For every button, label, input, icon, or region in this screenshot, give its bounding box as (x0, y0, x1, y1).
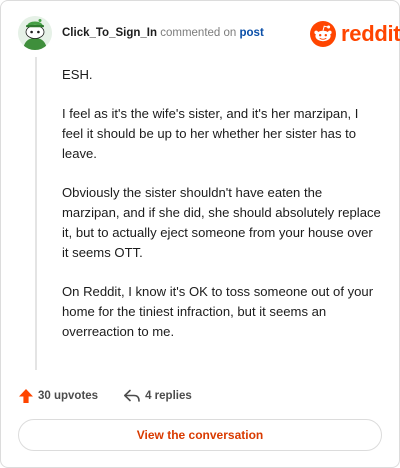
comment-footer: 30 upvotes 4 replies (18, 386, 192, 406)
commented-on-text: commented on (160, 27, 237, 39)
upvotes-group[interactable]: 30 upvotes (18, 388, 98, 404)
reddit-snoo-logo-icon (310, 21, 336, 47)
thread-line (35, 57, 37, 370)
reply-arrow-icon (124, 389, 140, 402)
reply-count: 4 replies (145, 390, 192, 402)
replies-group[interactable]: 4 replies (123, 388, 192, 404)
post-link[interactable]: post (240, 27, 264, 39)
comment-paragraph: I feel as it's the wife's sister, and it… (62, 106, 359, 161)
comment-paragraph: Obviously the sister shouldn't have eate… (62, 185, 381, 260)
upvote-count: 30 upvotes (38, 390, 99, 402)
comment-paragraph: ESH. (62, 67, 93, 82)
comment-paragraph: On Reddit, I know it's OK to toss someon… (62, 284, 374, 339)
view-conversation-button[interactable]: View the conversation (18, 419, 382, 451)
user-avatar[interactable] (18, 16, 52, 50)
comment-header: Click_To_Sign_In commented on post (62, 27, 264, 39)
embedded-comment-card: Click_To_Sign_In commented on post reddi… (0, 0, 400, 468)
reddit-wordmark: reddit (341, 21, 400, 46)
upvote-arrow-icon (19, 389, 33, 403)
username-link[interactable]: Click_To_Sign_In (62, 27, 157, 39)
comment-body: ESH. I feel as it's the wife's sister, a… (62, 65, 382, 361)
reddit-logo[interactable]: reddit (310, 20, 400, 48)
snoo-avatar-icon (18, 16, 52, 50)
